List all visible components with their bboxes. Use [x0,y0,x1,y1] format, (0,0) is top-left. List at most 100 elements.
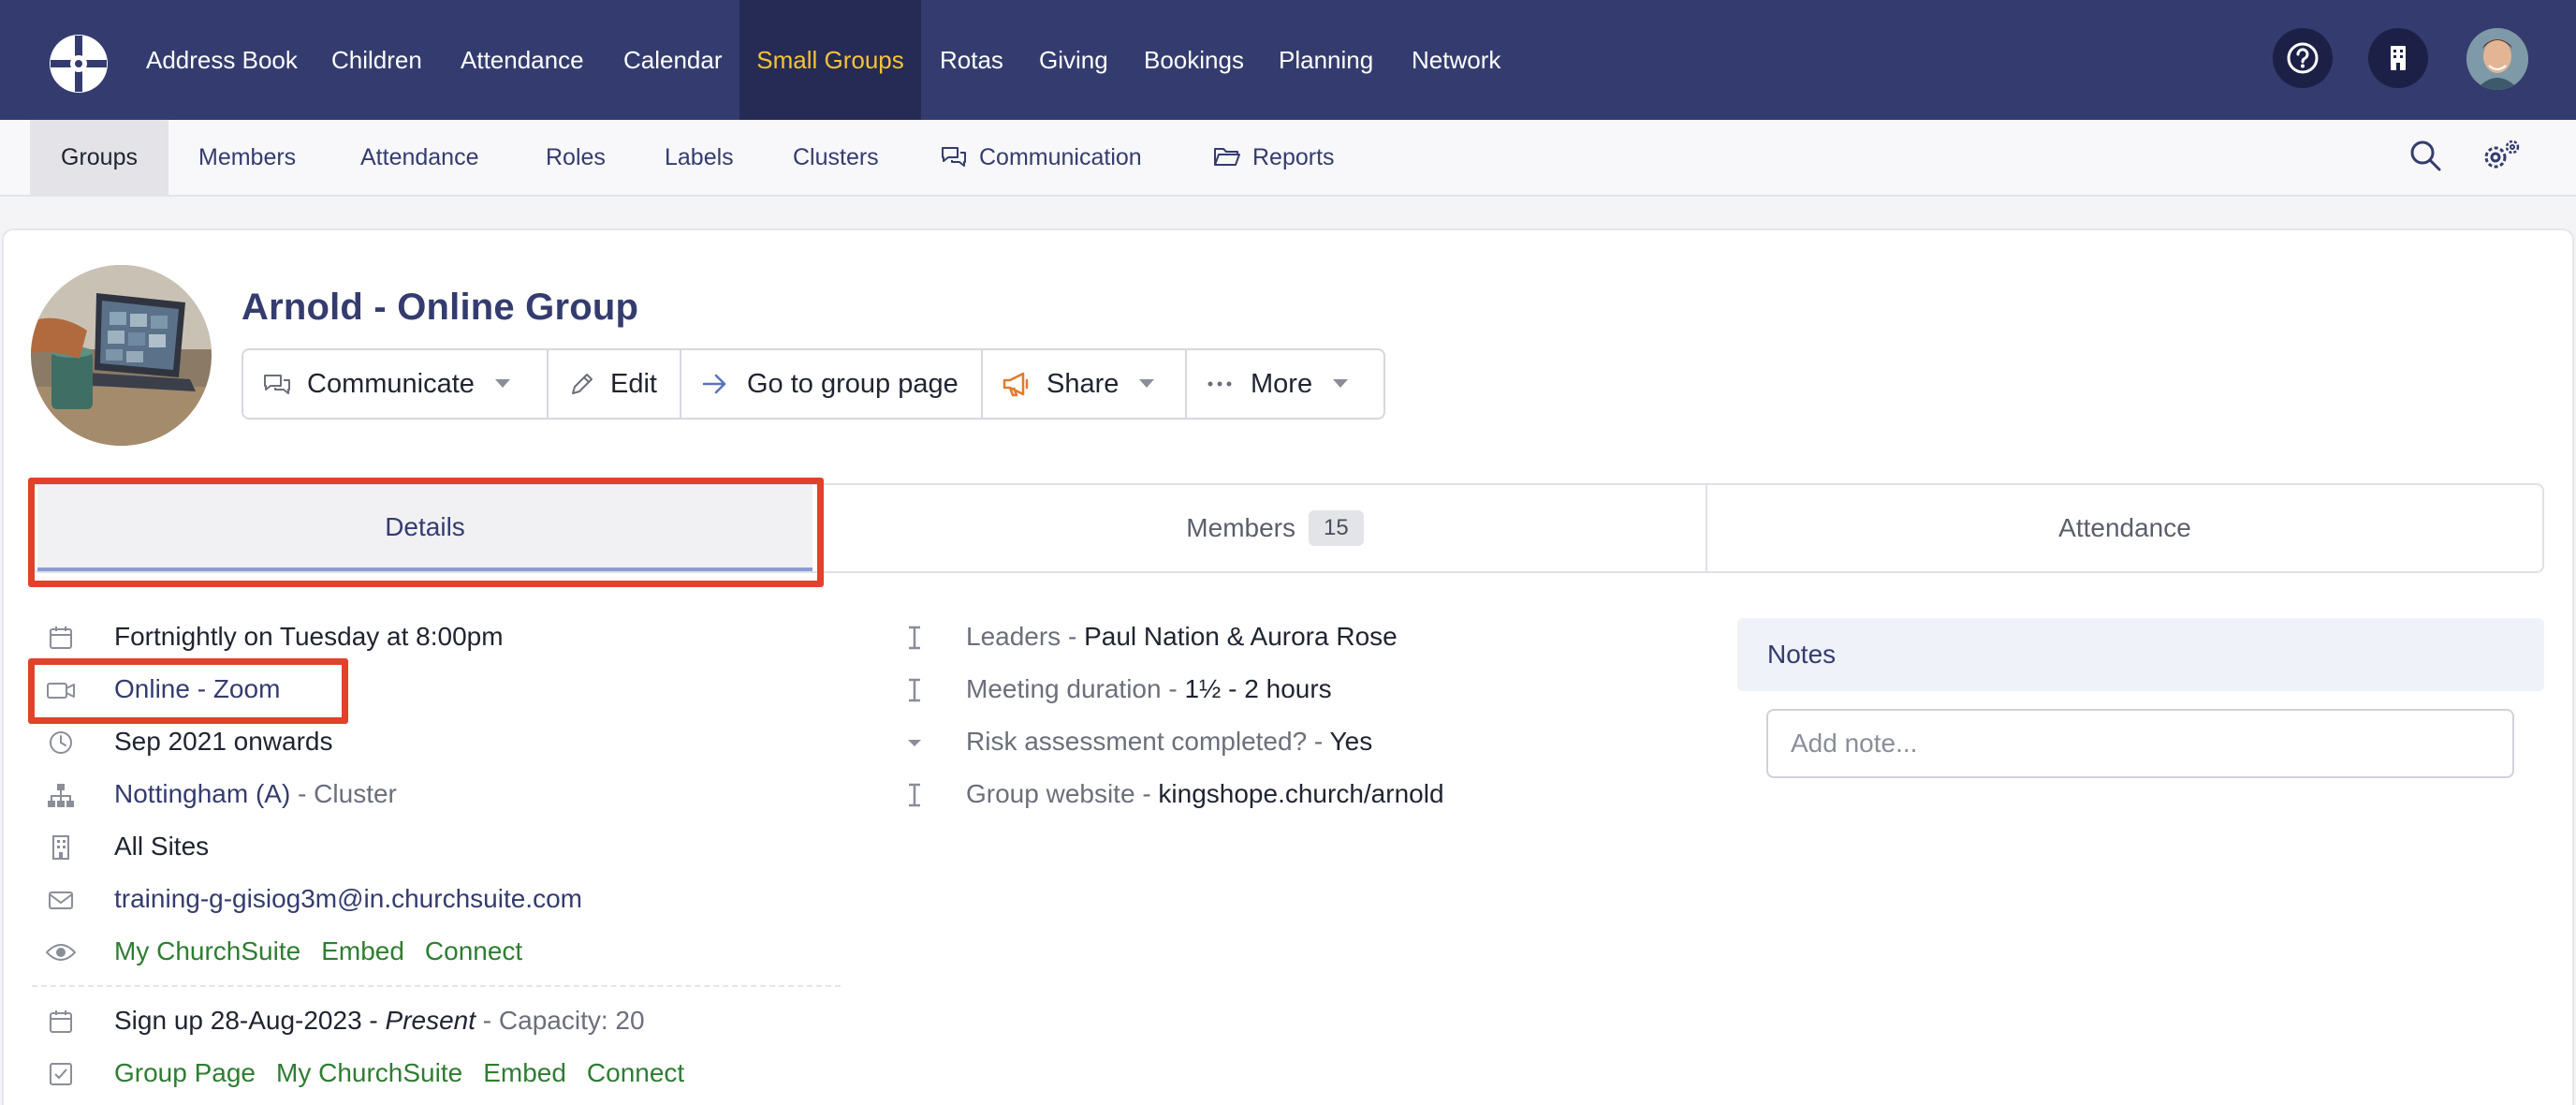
topnav-children[interactable]: Children [331,0,422,120]
caret-down-icon [1333,379,1349,388]
subnav-communication-label: Communication [979,144,1142,170]
go-to-group-page-button[interactable]: Go to group page [681,350,983,418]
subnav-groups[interactable]: Groups [30,120,168,195]
chat-icon [264,375,290,394]
topnav-calendar[interactable]: Calendar [623,0,723,120]
leaders-label: Leaders - [966,622,1085,651]
signup-text: Sign up 28-Aug-2023 - Present - Capacity… [114,994,645,1047]
topnav-network[interactable]: Network [1412,0,1500,120]
megaphone-icon [1003,372,1029,397]
arrow-right-icon [702,374,726,394]
eye-icon [45,944,77,961]
topnav-rotas[interactable]: Rotas [940,0,1003,120]
share-button[interactable]: Share [983,350,1187,418]
signup-my-churchsuite[interactable]: My ChurchSuite [276,1058,462,1087]
signup-links: Group Page My ChurchSuite Embed Connect [114,1047,705,1099]
signup-date: Sign up 28-Aug-2023 - [114,1006,386,1035]
caret-down-icon [494,379,510,388]
signup-embed[interactable]: Embed [483,1058,566,1087]
visibility-links: My ChurchSuite Embed Connect [114,925,543,978]
top-navigation: Address Book Children Attendance Calenda… [0,0,2576,120]
members-count-badge: 15 [1309,509,1364,546]
sites-button[interactable] [2368,28,2428,88]
group-title: Arnold - Online Group [242,287,639,328]
group-photo [31,265,212,446]
ellipsis-icon [1208,381,1232,387]
building-icon [2391,46,2406,70]
notes-header: Notes [1737,618,2544,691]
subnav-communication[interactable]: Communication [940,120,1142,195]
cluster-text: Nottingham (A) - Cluster [114,768,397,820]
building-icon [52,835,69,860]
folder-icon [1214,148,1240,167]
signup-group-page[interactable]: Group Page [114,1058,256,1087]
user-avatar[interactable] [2466,28,2528,90]
churchsuite-logo-icon[interactable] [47,32,110,96]
caret-down-icon [908,740,921,746]
leaders-value: Paul Nation & Aurora Rose [1084,622,1398,651]
search-icon[interactable] [2408,139,2442,172]
help-button[interactable] [2273,28,2333,88]
subnav-members[interactable]: Members [198,120,296,195]
add-note-input[interactable] [1766,709,2514,778]
text-cursor-icon [909,678,920,702]
visibility-my-churchsuite[interactable]: My ChurchSuite [114,936,300,965]
website-value: kingshope.church/arnold [1158,779,1444,808]
risk-value: Yes [1329,727,1373,756]
group-actions: Communicate Edit Go to group page Share … [242,348,1385,420]
topnav-bookings[interactable]: Bookings [1144,0,1244,120]
visibility-connect[interactable]: Connect [425,936,522,965]
duration-value: 1½ - 2 hours [1184,674,1332,703]
edit-button[interactable]: Edit [549,350,681,418]
text-cursor-icon [909,626,920,650]
checkbox-icon [50,1063,72,1085]
email-link[interactable]: training-g-gisiog3m@in.churchsuite.com [114,873,582,925]
signup-connect[interactable]: Connect [587,1058,684,1087]
subnav-reports[interactable]: Reports [1213,120,1335,195]
visibility-embed[interactable]: Embed [321,936,404,965]
cluster-link[interactable]: Nottingham (A) [114,779,290,808]
schedule-text: Fortnightly on Tuesday at 8:00pm [114,622,504,651]
edit-label: Edit [610,368,657,399]
tab-members[interactable]: Members 15 [812,485,1737,571]
user-avatar-icon [2466,28,2528,90]
text-cursor-icon [909,783,920,807]
duration-label: Meeting duration - [966,674,1185,703]
topnav-planning[interactable]: Planning [1279,0,1373,120]
tab-members-label: Members [1186,513,1295,542]
topnav-address-book[interactable]: Address Book [146,0,298,120]
website-label: Group website - [966,779,1159,808]
topnav-giving[interactable]: Giving [1039,0,1108,120]
subnav-roles[interactable]: Roles [546,120,606,195]
pencil-icon [572,374,593,394]
envelope-icon [49,891,73,909]
signup-capacity: - Capacity: 20 [476,1006,645,1035]
calendar-icon [50,626,72,649]
subnav-attendance[interactable]: Attendance [360,120,479,195]
go-to-group-page-label: Go to group page [747,368,959,399]
signup-present: Present [385,1006,476,1035]
more-label: More [1251,368,1313,399]
details-divider [32,985,841,987]
subnav-clusters[interactable]: Clusters [793,120,879,195]
topnav-small-groups[interactable]: Small Groups [739,0,921,120]
topnav-attendance[interactable]: Attendance [461,0,584,120]
share-label: Share [1046,368,1120,399]
group-photo-image [31,265,212,446]
sub-navigation: Groups Members Attendance Roles Labels C… [0,120,2576,197]
cluster-suffix: - Cluster [290,779,397,808]
subnav-reports-label: Reports [1252,144,1335,170]
calendar-icon [50,1010,72,1033]
subnav-labels[interactable]: Labels [665,120,734,195]
gear-icon[interactable] [2481,139,2521,172]
sites-text: All Sites [114,832,210,861]
caret-down-icon [1139,379,1155,388]
location-highlight [28,658,348,724]
tab-attendance[interactable]: Attendance [1707,485,2542,571]
communicate-button[interactable]: Communicate [243,350,549,418]
help-icon [2287,42,2319,74]
communicate-label: Communicate [307,368,475,399]
details-tab-highlight [28,478,824,587]
chat-icon [942,147,966,168]
more-button[interactable]: More [1187,350,1383,418]
